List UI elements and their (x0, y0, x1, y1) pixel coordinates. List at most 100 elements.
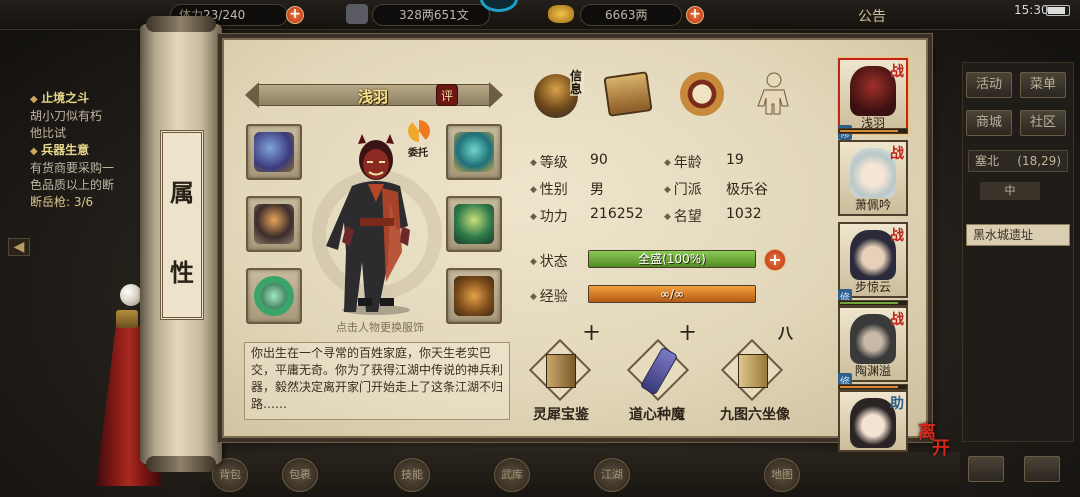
boots-icon (454, 276, 494, 316)
assist-tag: 助 (890, 396, 904, 412)
map-name[interactable]: 黑水城遗址 (966, 224, 1070, 246)
party-member-name: 萧佩吟 (854, 198, 891, 212)
equip-slot-weapon[interactable] (246, 196, 302, 252)
party-member-5[interactable]: 助 (838, 390, 908, 452)
entrust-label: 委托 (408, 148, 428, 159)
game-screen: 体力23/240 + 328两651文 6663两 + 公告 15:30 止境之… (0, 0, 1080, 497)
scripture-book-icon (546, 354, 576, 388)
bagua-tab[interactable] (676, 68, 728, 120)
book-title: 灵犀宝鉴 (533, 407, 589, 423)
state-label: 状态 (530, 251, 568, 271)
book-title: 道心种魔 (629, 407, 685, 423)
nav-package-icon[interactable]: 包裹 (282, 458, 318, 492)
money-value: 328两651文 (399, 8, 469, 22)
change-outfit-hint: 点击人物更换服饰 (336, 321, 424, 334)
gender-label: 性别 (530, 179, 568, 199)
gender-value: 男 (590, 182, 604, 198)
map-name-text: 黑水城遗址 (973, 228, 1034, 242)
party-member-4[interactable]: 战 陶渊溢 修 (838, 306, 908, 388)
fame-label: 名望 (664, 206, 702, 226)
hero-biography: 你出生在一个寻常的百姓家庭，你天生老实巴交，平庸无奇。你为了获得江湖中传说的神兵… (244, 342, 510, 420)
nav-jianghu-icon[interactable]: 江湖 (594, 458, 630, 492)
entrust-button[interactable]: 委托 (402, 118, 434, 159)
battery-icon (1046, 5, 1070, 16)
tassel-cap (116, 310, 138, 328)
level-value: 90 (590, 152, 608, 168)
battle-tag: 战 (890, 64, 904, 80)
sect-label: 门派 (664, 179, 702, 199)
exp-label: 经验 (530, 286, 568, 306)
bagua-icon (680, 72, 724, 116)
armor-icon (454, 204, 494, 244)
bottom-right-button-1[interactable] (968, 456, 1004, 482)
power-label: 功力 (530, 206, 568, 226)
restore-state-button[interactable]: + (764, 249, 786, 271)
attribute-tab[interactable]: 属 性 (160, 130, 204, 320)
minimap-tab[interactable]: 中 (980, 182, 1040, 200)
bottom-right-button-2[interactable] (1024, 456, 1060, 482)
fame-value: 1032 (726, 206, 762, 222)
meridian-tab[interactable] (748, 68, 800, 120)
age-label: 年龄 (664, 152, 702, 172)
party-hp-bar (838, 128, 908, 134)
nav-map-icon[interactable]: 地图 (764, 458, 800, 492)
community-button[interactable]: 社区 (1020, 110, 1066, 136)
money-display: 328两651文 (372, 4, 490, 26)
gold-display: 6663两 (580, 4, 682, 26)
gold-ingot-icon (548, 5, 574, 23)
state-value: 全盛(100%) (638, 252, 706, 266)
party-member-3[interactable]: 战 步惊云 修 (838, 222, 908, 304)
claw-icon (254, 204, 294, 244)
party-member-1[interactable]: 战 浅羽 修 (838, 58, 908, 140)
party-member-2[interactable]: 战 萧佩吟 (838, 140, 908, 216)
exp-bar: ∞/∞ (588, 285, 756, 303)
rate-button[interactable]: 评 (436, 84, 458, 106)
book-title: 九图六坐像 (720, 407, 790, 423)
region-coord: (18,29) (1017, 154, 1061, 168)
gauntlet-icon (254, 132, 294, 172)
add-stamina-button[interactable]: + (286, 6, 304, 24)
collapse-left-arrow-icon[interactable]: ◀ (8, 238, 30, 256)
hero-name: 浅羽 (357, 88, 388, 106)
equip-slot-helmet[interactable] (446, 124, 502, 180)
nav-skill-icon[interactable]: 技能 (394, 458, 430, 492)
manual-book-icon (738, 354, 768, 388)
nav-armory-icon[interactable]: 武库 (494, 458, 530, 492)
equip-slot-boots[interactable] (446, 268, 502, 324)
refresh-arrow-icon (408, 120, 430, 142)
inventory-tab[interactable] (602, 68, 654, 120)
clock: 15:30 (1014, 3, 1049, 17)
equip-slot-ring[interactable] (246, 268, 302, 324)
region-name: 塞北 (975, 154, 1000, 168)
helmet-icon (454, 132, 494, 172)
equip-slot-gauntlet[interactable] (246, 124, 302, 180)
battle-tag: 战 (890, 146, 904, 162)
menu-button[interactable]: 菜单 (1020, 72, 1066, 98)
gold-value: 6663两 (605, 8, 648, 22)
martial-book-2[interactable] (626, 338, 690, 402)
sect-value: 极乐谷 (726, 182, 768, 198)
meridian-figure-icon (757, 72, 789, 115)
attribute-tab-char-1: 属 (170, 178, 194, 207)
attribute-tab-char-2: 性 (170, 258, 194, 287)
battle-tag: 战 (890, 228, 904, 244)
age-value: 19 (726, 152, 744, 168)
info-tab-label: 信息 (570, 69, 584, 96)
activity-button[interactable]: 活动 (966, 72, 1012, 98)
ring-icon (254, 276, 294, 316)
equip-slot-armor[interactable] (446, 196, 502, 252)
state-bar: 全盛(100%) (588, 250, 756, 268)
exp-value: ∞/∞ (659, 287, 685, 301)
martial-book-1[interactable] (528, 338, 592, 402)
leave-button[interactable]: 离开 (914, 416, 964, 466)
tassel-bead (120, 284, 142, 306)
add-gold-button[interactable]: + (686, 6, 704, 24)
level-label: 等级 (530, 152, 568, 172)
martial-book-3[interactable] (720, 338, 784, 402)
power-value: 216252 (590, 206, 644, 222)
shop-button[interactable]: 商城 (966, 110, 1012, 136)
region-display: 塞北 (18,29) (968, 150, 1068, 172)
silver-icon (346, 4, 368, 24)
notice-button[interactable]: 公告 (858, 6, 886, 26)
info-tab[interactable]: 信息 (530, 68, 584, 120)
